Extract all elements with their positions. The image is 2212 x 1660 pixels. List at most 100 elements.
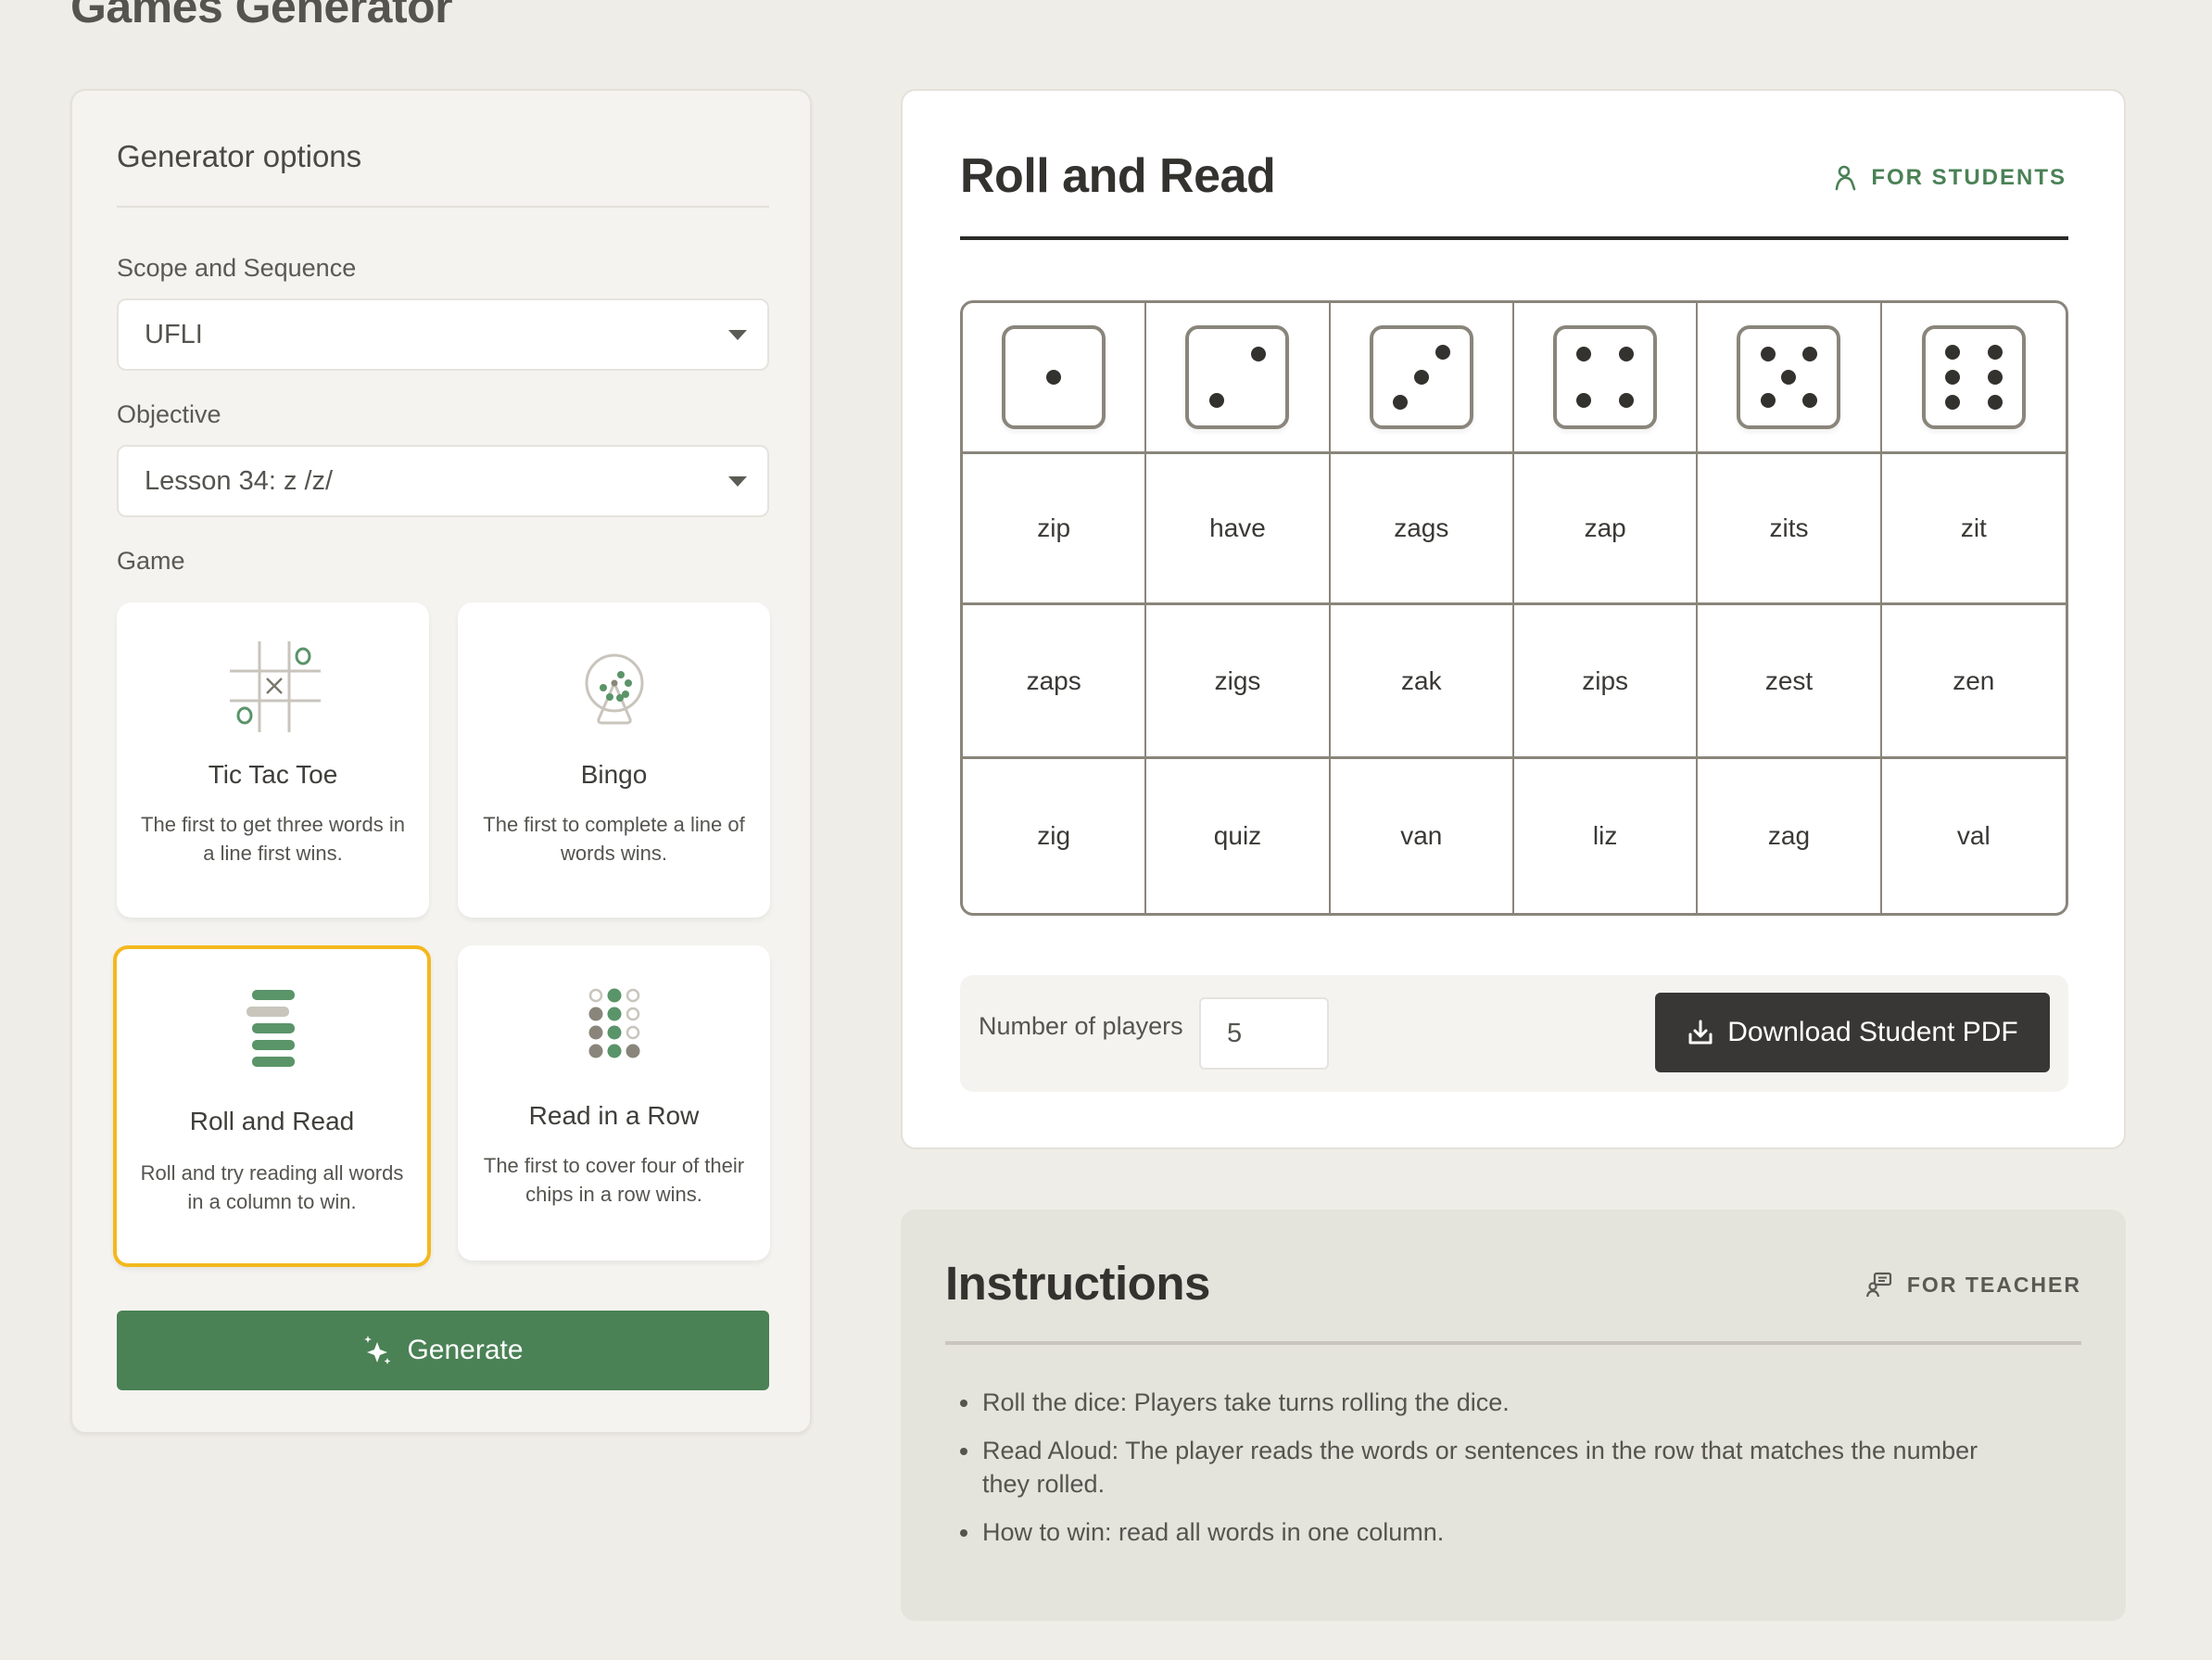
word-cell: liz [1514,759,1699,913]
game-name: Bingo [580,760,648,789]
die-cell [1513,303,1699,454]
game-description: The first to cover four of their chips i… [483,1154,745,1206]
die-face-6-icon [1921,325,2026,429]
die-pip [1251,347,1267,362]
word-cell: zen [1881,605,2066,759]
audience-badge-label: FOR TEACHER [1906,1272,2081,1297]
die-pip [1987,395,2003,411]
die-pip [1435,344,1450,360]
generate-label: Generate [407,1335,524,1365]
objective-select[interactable]: Lesson 34: z /z/ [117,445,769,517]
page-title: Games Generator [70,0,453,32]
word-cell: zak [1330,605,1514,759]
bingo-cage-icon [585,653,643,725]
instructions-panel: Instructions FOR TEACHER Roll the dice: … [901,1210,2126,1621]
die-pip [1392,395,1408,411]
instruction-item: Roll the dice: Players take turns rollin… [956,1386,1994,1419]
scope-value: UFLI [145,319,203,349]
download-student-pdf-button[interactable]: Download Student PDF [1655,993,2050,1072]
title-rule [960,236,2068,240]
chevron-down-icon [728,330,747,340]
die-pip [1802,347,1818,362]
word-cell: zap [1513,454,1699,605]
game-description: Roll and try reading all words in a colu… [140,1161,404,1213]
title-rule [945,1341,2081,1345]
game-card-read-in-a-row[interactable]: Read in a Row The first to cover four of… [458,945,770,1261]
game-description: The first to get three words in a line f… [141,813,405,865]
die-pip [1760,347,1776,362]
objective-label: Objective [117,400,221,428]
die-face-1-icon [1002,325,1106,429]
download-icon [1688,1020,1713,1045]
word-cell: zags [1330,454,1514,605]
die-face-2-icon [1185,325,1290,429]
die-pip [1802,392,1818,408]
word-cell: van [1331,759,1514,913]
die-cell [963,303,1147,454]
divider [117,206,769,208]
scope-label: Scope and Sequence [117,254,357,282]
objective-value: Lesson 34: z /z/ [145,465,334,496]
sparkles-icon [364,1336,391,1364]
word-cell: zag [1698,759,1882,913]
word-cell: zits [1698,454,1882,605]
download-label: Download Student PDF [1727,1017,2018,1047]
audience-badge-teacher: FOR TEACHER [1865,1272,2081,1298]
audience-badge-students: FOR STUDENTS [1834,165,2067,191]
game-name: Read in a Row [528,1101,700,1130]
generator-options-title: Generator options [117,139,362,173]
word-cell: zigs [1146,605,1331,759]
players-label: Number of players [979,1012,1183,1040]
student-icon [1836,165,1856,191]
game-description: The first to complete a line of words wi… [483,813,745,865]
scope-select[interactable]: UFLI [117,298,769,371]
die-face-5-icon [1737,325,1841,429]
word-cell: zest [1698,605,1882,759]
instructions-list: Roll the dice: Players take turns rollin… [956,1386,1994,1564]
word-cell: have [1146,454,1331,605]
die-pip [1944,344,1960,360]
die-pip [1944,395,1960,411]
die-cell [1698,303,1882,454]
die-pip [1987,344,2003,360]
teacher-icon [1865,1272,1891,1298]
game-card-tic-tac-toe[interactable]: Tic Tac Toe The first to get three words… [117,602,429,918]
tic-tac-toe-icon [229,641,321,732]
die-cell [1330,303,1514,454]
generate-button[interactable]: Generate [117,1311,769,1390]
instructions-title: Instructions [945,1257,1210,1310]
instruction-item: Read Aloud: The player reads the words o… [956,1434,1994,1501]
word-cell: zig [963,759,1147,913]
players-input[interactable] [1199,997,1329,1070]
instruction-item: How to win: read all words in one column… [956,1515,1994,1549]
die-face-3-icon [1369,325,1473,429]
word-cell: quiz [1146,759,1331,913]
die-pip [1760,392,1776,408]
word-cell: zit [1881,454,2066,605]
die-pip [1046,370,1062,385]
game-sheet-card: Roll and Read FOR STUDENTS zip have zags za… [901,89,2126,1149]
roll-and-read-grid: zip have zags zap zits zit zaps zigs zak zips zest… [960,300,2068,916]
die-pip [1208,392,1224,408]
word-cell: zips [1513,605,1699,759]
die-pip [1619,347,1635,362]
game-sheet-title: Roll and Read [960,149,1276,203]
word-cell: zaps [963,605,1147,759]
die-pip [1619,392,1635,408]
word-cell: zip [963,454,1147,605]
audience-badge-label: FOR STUDENTS [1871,165,2067,190]
die-pip [1944,370,1960,385]
game-card-bingo[interactable]: Bingo The first to complete a line of wo… [458,602,770,918]
game-card-roll-and-read[interactable]: Roll and Read Roll and try reading all w… [113,945,431,1267]
die-face-4-icon [1553,325,1658,429]
word-cell: val [1956,821,1991,850]
chips-grid-icon [588,988,639,1058]
game-label: Game [117,547,185,575]
die-cell [1881,303,2066,454]
die-pip [1576,347,1592,362]
chevron-down-icon [728,476,747,487]
game-name: Roll and Read [189,1107,355,1135]
die-cell [1146,303,1331,454]
die-pip [1781,370,1797,385]
game-name: Tic Tac Toe [208,760,338,789]
